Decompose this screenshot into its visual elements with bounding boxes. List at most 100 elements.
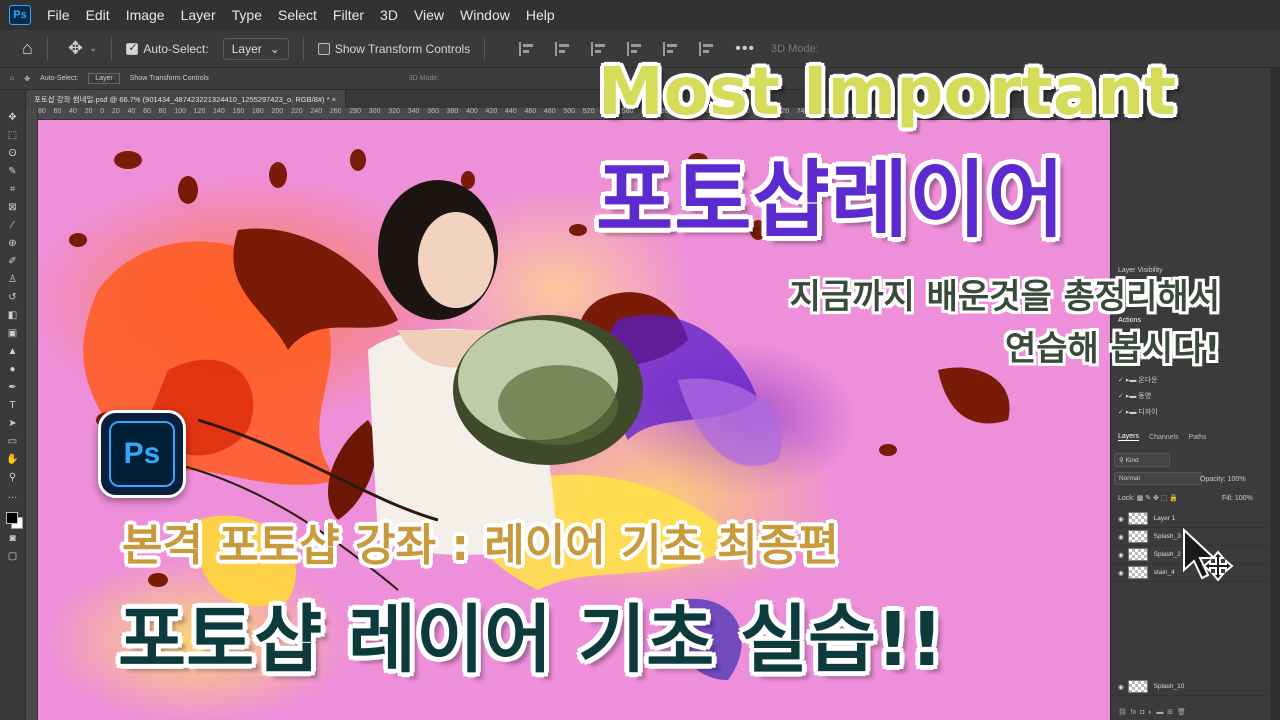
panel-scroll-strip[interactable] bbox=[1270, 68, 1280, 720]
course-label: 본격 포토샵 강좌 : 레이어 기초 최종편 bbox=[122, 520, 839, 571]
stamp-tool-icon[interactable]: ♙ bbox=[8, 274, 17, 285]
fill-control[interactable]: Fill: 100% bbox=[1222, 490, 1270, 506]
move-tool-icon[interactable]: ✥ bbox=[68, 38, 83, 59]
folder-icon[interactable]: ▬ bbox=[1156, 709, 1163, 716]
frame-tool-icon[interactable]: ⊠ bbox=[8, 202, 16, 213]
opacity-control[interactable]: Opacity: 100% bbox=[1200, 471, 1270, 487]
close-icon[interactable]: × bbox=[332, 95, 336, 104]
action-item[interactable]: ✓ ▸▬ 동영 bbox=[1112, 388, 1268, 404]
layer-row[interactable]: ◉ Splash_10 bbox=[1112, 678, 1268, 696]
menu-3d[interactable]: 3D bbox=[372, 0, 406, 30]
checkmark-icon: ✓ bbox=[1118, 409, 1124, 416]
dodge-tool-icon[interactable]: ● bbox=[9, 364, 15, 375]
document-tab[interactable]: 포토샵 강좌 썸네일.psd @ 66.7% (901434_487423221… bbox=[26, 90, 346, 108]
eye-icon[interactable]: ◉ bbox=[1118, 515, 1124, 523]
mask-icon[interactable]: ◘ bbox=[1140, 709, 1144, 716]
menu-layer[interactable]: Layer bbox=[173, 0, 224, 30]
action-item-label: 온다운 bbox=[1138, 377, 1158, 384]
gradient-tool-icon[interactable]: ▣ bbox=[8, 328, 17, 339]
hand-tool-icon[interactable]: ✋ bbox=[6, 454, 18, 465]
dropdown-value: Layer bbox=[231, 41, 262, 56]
menu-edit[interactable]: Edit bbox=[78, 0, 118, 30]
brush-tool-icon[interactable]: ✐ bbox=[8, 256, 16, 267]
eyedropper-tool-icon[interactable]: ⁄ bbox=[12, 220, 14, 231]
show-transform-checkbox[interactable]: Show Transform Controls bbox=[317, 41, 471, 56]
align-center-icon[interactable] bbox=[555, 41, 571, 56]
menu-view[interactable]: View bbox=[406, 0, 452, 30]
nested-mode3d-label: 3D Mode: bbox=[408, 75, 440, 82]
opacity-label: Opacity: bbox=[1200, 475, 1226, 483]
eye-icon[interactable]: ◉ bbox=[1118, 533, 1124, 541]
type-tool-icon[interactable]: T bbox=[9, 400, 15, 411]
subtitle-line-1: 지금까지 배운것을 총정리해서 bbox=[789, 277, 1220, 317]
menu-file[interactable]: File bbox=[39, 0, 78, 30]
main-title: 포토샵 레이어 기초 실습!! bbox=[118, 597, 944, 683]
photoshop-logo-icon: Ps bbox=[9, 5, 31, 25]
screen-mode-icon[interactable]: ▢ bbox=[8, 551, 17, 562]
eraser-tool-icon[interactable]: ◧ bbox=[8, 310, 17, 321]
eye-icon[interactable]: ◉ bbox=[1118, 551, 1124, 559]
show-transform-label: Show Transform Controls bbox=[334, 41, 471, 56]
menu-filter[interactable]: Filter bbox=[325, 0, 372, 30]
layer-filter-kind-dropdown[interactable]: ⚲ Kind bbox=[1114, 453, 1170, 467]
mouse-cursor-icon bbox=[1183, 528, 1234, 582]
chevron-down-icon[interactable]: ⌄ bbox=[89, 43, 97, 54]
opacity-value[interactable]: 100% bbox=[1228, 476, 1246, 483]
action-item[interactable]: ✓ ▸▬ 디자이 bbox=[1112, 404, 1268, 420]
blend-mode-dropdown[interactable]: Normal bbox=[1114, 472, 1202, 485]
layer-thumbnail bbox=[1127, 530, 1148, 543]
menu-help[interactable]: Help bbox=[518, 0, 563, 30]
action-item[interactable]: ✓ ▸▬ 온다운 bbox=[1112, 372, 1268, 388]
nested-target-dropdown[interactable]: Layer bbox=[88, 73, 120, 84]
move-tool-icon[interactable]: ✥ bbox=[8, 112, 16, 123]
new-layer-icon[interactable]: ⊞ bbox=[1167, 708, 1173, 716]
layer-row[interactable]: ◉ Layer 1 bbox=[1112, 510, 1268, 528]
nested-auto-select-label[interactable]: Auto-Select: bbox=[40, 75, 78, 82]
divider bbox=[111, 36, 113, 61]
blur-tool-icon[interactable]: ▲ bbox=[8, 346, 18, 357]
home-icon[interactable]: ⌂ bbox=[10, 75, 14, 82]
home-icon[interactable]: ⌂ bbox=[22, 38, 33, 59]
checkbox-unchecked-icon[interactable] bbox=[317, 42, 330, 55]
eye-icon[interactable]: ◉ bbox=[1118, 683, 1124, 691]
adjustment-icon[interactable]: ◐ bbox=[1148, 709, 1152, 716]
tab-layers[interactable]: Layers bbox=[1118, 433, 1140, 441]
menu-window[interactable]: Window bbox=[452, 0, 518, 30]
chevron-down-icon: ⌄ bbox=[269, 41, 280, 56]
zoom-tool-icon[interactable]: ⚲ bbox=[9, 472, 16, 483]
fx-icon[interactable]: fx bbox=[1131, 709, 1136, 716]
lasso-tool-icon[interactable]: ʘ bbox=[9, 148, 17, 159]
quick-mask-icon[interactable]: ◙ bbox=[9, 533, 15, 544]
lock-icons[interactable]: ▦ ✎ ✥ ⬚ 🔒 bbox=[1137, 494, 1178, 502]
trash-icon[interactable]: 🗑 bbox=[1177, 708, 1186, 716]
more-tools-icon[interactable]: … bbox=[8, 490, 18, 501]
eye-icon[interactable]: ◉ bbox=[1118, 569, 1124, 577]
crop-tool-icon[interactable]: ⌗ bbox=[10, 184, 16, 195]
filter-kind-value: Kind bbox=[1125, 457, 1139, 464]
link-icon[interactable]: ⛓ bbox=[1118, 708, 1127, 716]
menu-image[interactable]: Image bbox=[118, 0, 173, 30]
menu-select[interactable]: Select bbox=[270, 0, 325, 30]
move-tool-icon[interactable]: ✥ bbox=[24, 75, 30, 83]
pen-tool-icon[interactable]: ✒ bbox=[8, 382, 16, 393]
quick-select-tool-icon[interactable]: ✎ bbox=[8, 166, 16, 177]
history-brush-icon[interactable]: ↺ bbox=[8, 292, 16, 303]
shape-tool-icon[interactable]: ▭ bbox=[8, 436, 17, 447]
checkbox-checked-icon[interactable] bbox=[126, 41, 139, 55]
color-swatches-icon[interactable] bbox=[5, 512, 23, 529]
auto-select-target-dropdown[interactable]: Layer ⌄ bbox=[222, 37, 289, 60]
blend-mode-value: Normal bbox=[1119, 475, 1140, 482]
action-item-label: 디자이 bbox=[1138, 409, 1158, 416]
path-select-tool-icon[interactable]: ➤ bbox=[8, 418, 16, 429]
tab-paths[interactable]: Paths bbox=[1189, 434, 1207, 441]
fill-value[interactable]: 100% bbox=[1235, 495, 1253, 502]
tab-channels[interactable]: Channels bbox=[1149, 434, 1179, 441]
layer-thumbnail bbox=[1127, 512, 1148, 525]
healing-tool-icon[interactable]: ⊕ bbox=[8, 238, 16, 249]
menu-type[interactable]: Type bbox=[224, 0, 270, 30]
align-left-icon[interactable] bbox=[519, 41, 535, 56]
marquee-tool-icon[interactable]: ⬚ bbox=[8, 130, 17, 141]
layers-footer-icons[interactable]: ⛓ fx ◘ ◐ ▬ ⊞ 🗑 bbox=[1112, 704, 1268, 720]
auto-select-checkbox[interactable]: Auto-Select: bbox=[126, 41, 209, 56]
nested-show-transform-label[interactable]: Show Transform Controls bbox=[130, 75, 209, 82]
